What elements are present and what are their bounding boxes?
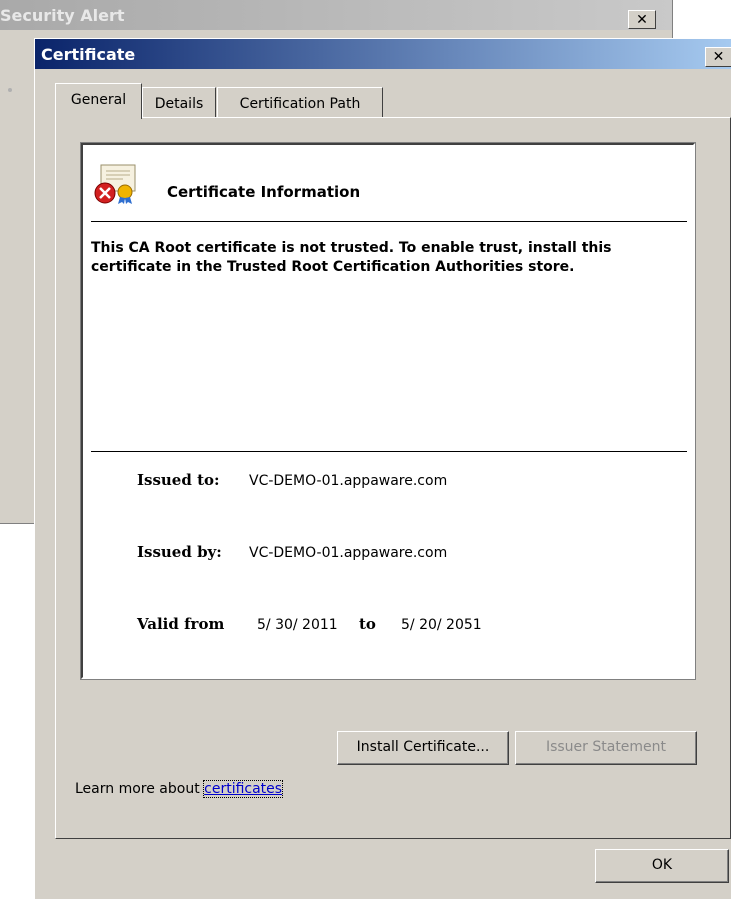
separator (91, 451, 687, 452)
issuer-statement-button[interactable]: Issuer Statement (515, 731, 697, 765)
issued-to-value: VC-DEMO-01.appaware.com (249, 473, 448, 489)
certificate-info-panel: Certificate Information This CA Root cer… (80, 142, 696, 680)
certificate-error-icon (94, 164, 136, 204)
info-heading: Certificate Information (167, 183, 361, 201)
separator (91, 221, 687, 222)
dialog-close-button[interactable]: ✕ (705, 47, 731, 67)
install-certificate-button[interactable]: Install Certificate... (337, 731, 509, 765)
learn-more-prefix: Learn more about (75, 781, 205, 797)
issued-by-label: Issued by: (137, 543, 222, 561)
tab-certification-path[interactable]: Certification Path (217, 87, 383, 117)
trust-status-message: This CA Root certificate is not trusted.… (91, 240, 612, 275)
valid-from-label: Valid from (137, 615, 225, 633)
valid-from-value: 5/ 30/ 2011 (257, 617, 338, 633)
security-alert-title: Security Alert (0, 6, 125, 25)
dialog-title: Certificate (41, 45, 136, 64)
issued-by-value: VC-DEMO-01.appaware.com (249, 545, 448, 561)
valid-to-value: 5/ 20/ 2051 (401, 617, 482, 633)
learn-more-text: Learn more about certificates (75, 780, 284, 798)
tab-details[interactable]: Details (142, 87, 216, 117)
certificate-dialog: Certificate ✕ General Details Certificat… (34, 38, 731, 899)
dialog-titlebar[interactable]: Certificate ✕ (35, 39, 731, 69)
security-alert-close-button[interactable]: ✕ (628, 10, 656, 29)
issued-to-label: Issued to: (137, 471, 220, 489)
ok-button[interactable]: OK (595, 849, 729, 883)
radio-dot-icon (8, 88, 12, 92)
security-alert-titlebar: Security Alert ✕ (0, 0, 672, 30)
certificates-link[interactable]: certificates (203, 780, 284, 798)
tab-general[interactable]: General (55, 83, 142, 119)
valid-to-label: to (359, 615, 376, 633)
